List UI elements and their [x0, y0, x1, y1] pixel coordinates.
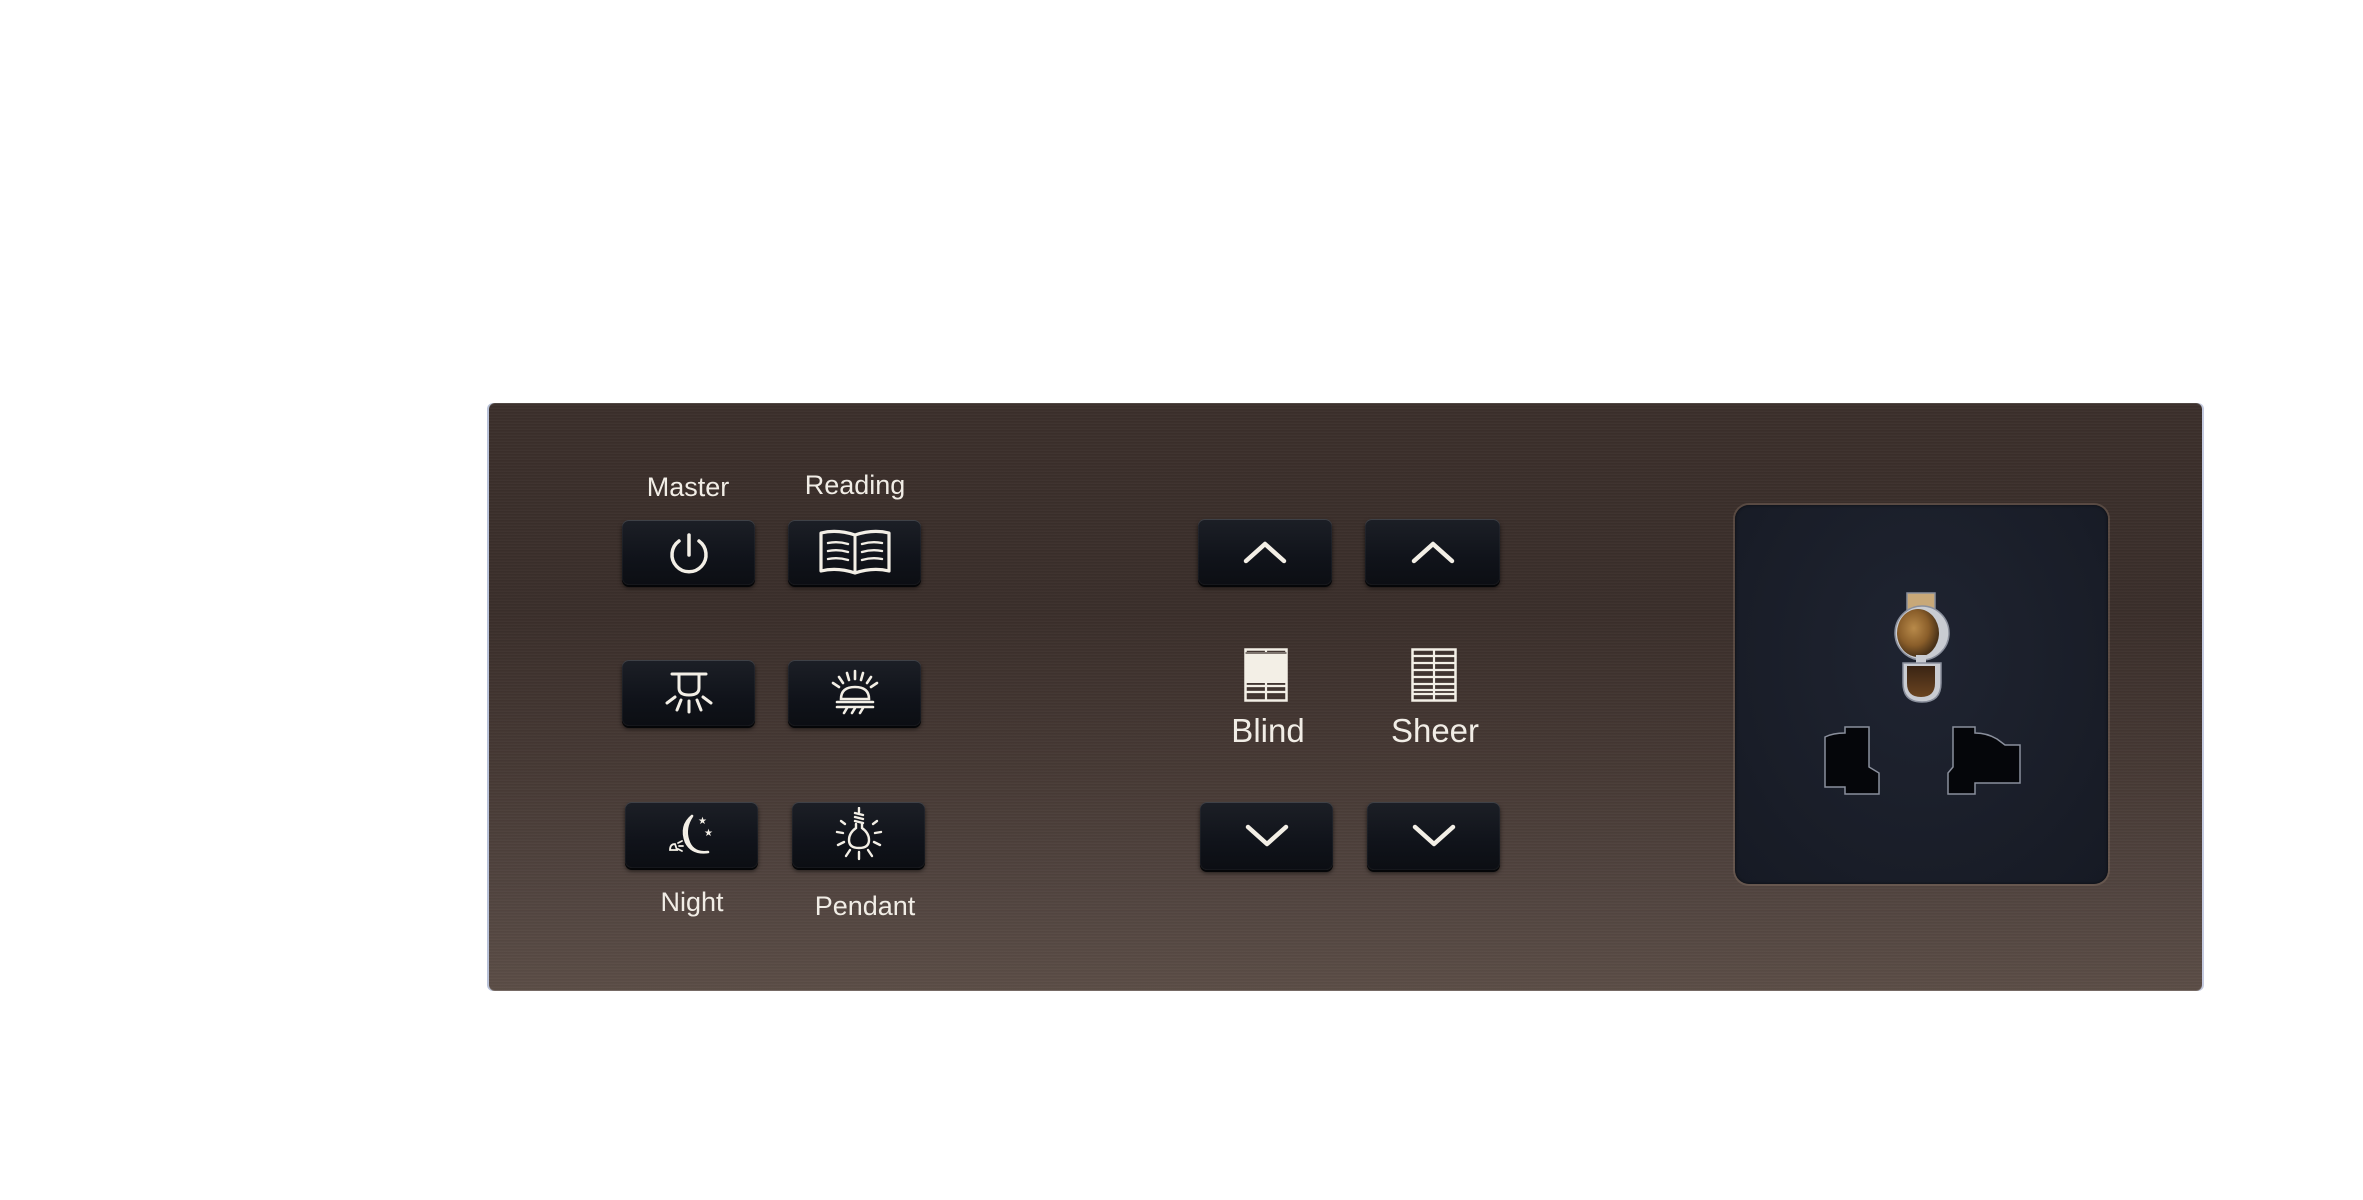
blind-down-button[interactable] — [1200, 802, 1333, 870]
sheer-down-button[interactable] — [1367, 802, 1500, 870]
chevron-up-icon — [1411, 541, 1454, 564]
master-label: Master — [646, 472, 730, 502]
chevron-down-icon — [1245, 824, 1288, 847]
dome-light-button[interactable] — [788, 660, 921, 726]
sheer-up-button[interactable] — [1365, 519, 1500, 585]
open-book-icon — [818, 529, 891, 575]
svg-text:★: ★ — [704, 828, 713, 839]
power-icon — [669, 532, 708, 573]
power-socket[interactable] — [1735, 505, 2108, 884]
moon-stars-icon: ★ ★ — [668, 814, 713, 854]
night-mode-button[interactable]: ★ ★ — [625, 802, 758, 868]
dome-light-icon — [831, 669, 878, 715]
pendant-label: Pendant — [814, 891, 916, 921]
master-power-button[interactable] — [622, 520, 755, 585]
earth-pin-hole — [1894, 592, 1950, 703]
pendant-light-button[interactable] — [792, 802, 925, 868]
reading-light-button[interactable] — [788, 520, 921, 585]
blind-label: Blind — [1231, 712, 1305, 749]
blind-up-button[interactable] — [1198, 519, 1332, 585]
blind-icon — [1244, 648, 1288, 702]
reading-label: Reading — [804, 470, 906, 500]
universal-socket-face — [1824, 592, 2021, 795]
svg-text:★: ★ — [698, 816, 707, 827]
chevron-up-icon — [1243, 541, 1287, 564]
sheer-icon — [1411, 648, 1457, 702]
chevron-down-icon — [1412, 824, 1455, 847]
downlight-button[interactable] — [622, 660, 755, 726]
downlight-icon — [665, 672, 712, 714]
right-pin-slot — [1947, 726, 2021, 795]
sheer-label: Sheer — [1390, 712, 1480, 749]
light-bulb-icon — [835, 807, 882, 861]
night-label: Night — [660, 887, 724, 917]
left-pin-slot — [1824, 726, 1880, 795]
